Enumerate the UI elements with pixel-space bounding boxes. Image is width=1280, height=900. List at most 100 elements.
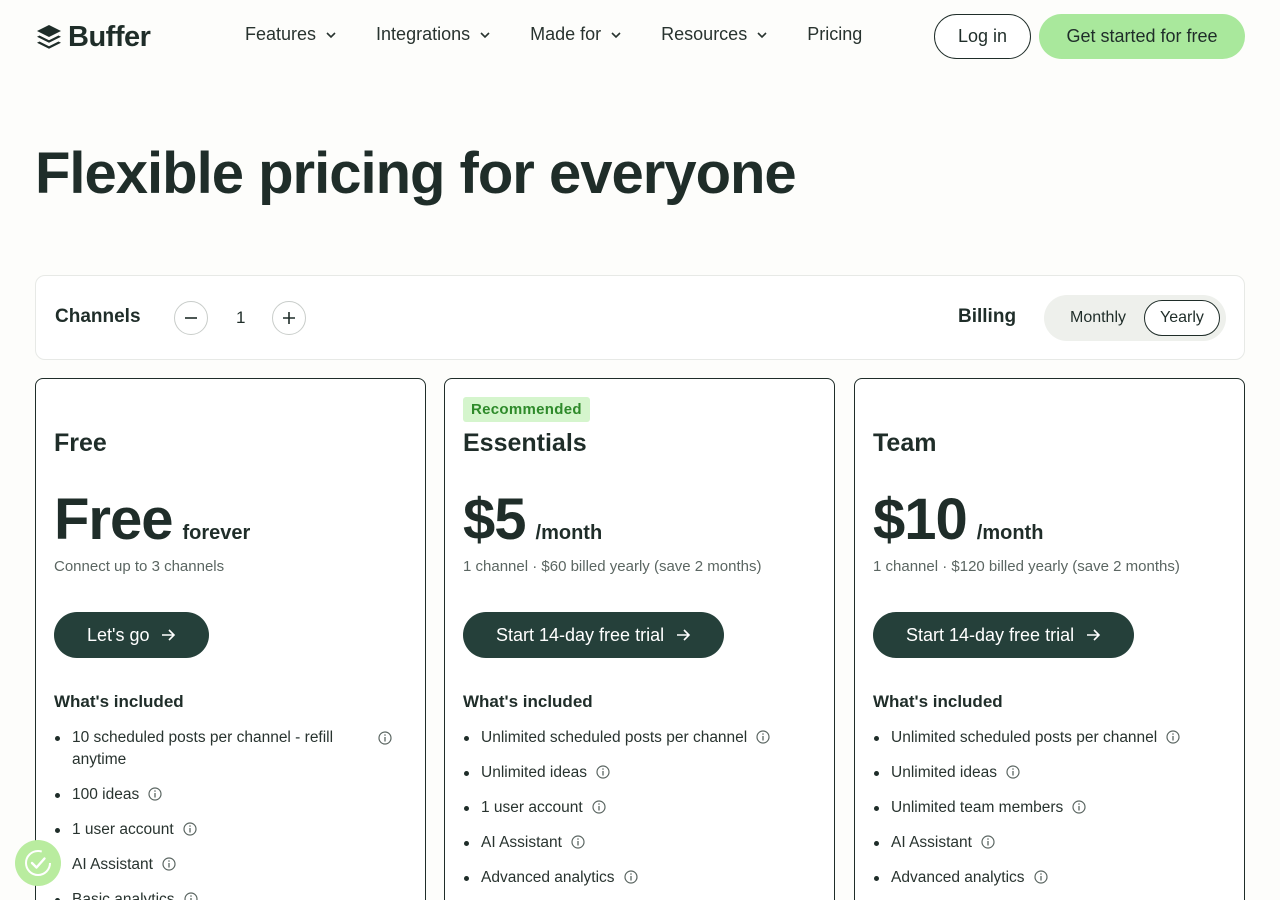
info-icon[interactable] — [1033, 870, 1048, 884]
nav-label: Resources — [661, 24, 748, 44]
brand-name: Buffer — [68, 21, 151, 53]
lets-go-button[interactable]: Let's go — [54, 612, 210, 658]
plan-card-free: Free Free forever Connect up to 3 channe… — [35, 378, 426, 900]
feature-text: Unlimited scheduled posts per channel — [481, 729, 748, 746]
info-icon[interactable] — [378, 731, 392, 745]
plan-name: Free — [54, 429, 107, 457]
feature-text: 100 ideas — [72, 786, 140, 803]
whats-included-heading: What's included — [873, 692, 1003, 711]
recommended-badge: Recommended — [463, 397, 590, 422]
nav-item-pricing[interactable]: Pricing — [807, 24, 862, 45]
top-nav: Buffer Features Integrations Made for Re… — [0, 0, 1280, 72]
login-button[interactable]: Log in — [934, 14, 1031, 59]
info-icon[interactable] — [183, 822, 197, 836]
feature-text: AI Assistant — [72, 856, 153, 873]
plus-icon — [283, 312, 295, 324]
price-row: $10 /month — [873, 491, 1043, 549]
feature-text: 1 user account — [481, 799, 583, 816]
plan-price: $5 — [463, 487, 527, 552]
info-icon[interactable] — [756, 730, 770, 744]
list-item: Unlimited scheduled posts per channel — [873, 727, 1223, 749]
feature-list: 10 scheduled posts per channel - refill … — [54, 727, 404, 900]
billing-toggle: Monthly Yearly — [1044, 295, 1226, 341]
list-item: Basic analytics — [54, 889, 404, 900]
feature-list: Unlimited scheduled posts per channel Un… — [463, 727, 813, 900]
price-suffix: /month — [535, 522, 603, 544]
nav-item-resources[interactable]: Resources — [661, 24, 769, 45]
info-icon[interactable] — [162, 857, 176, 871]
chevron-down-icon — [480, 31, 490, 38]
accessibility-widget-button[interactable] — [15, 840, 61, 886]
whats-included-heading: What's included — [54, 692, 184, 711]
price-suffix: forever — [182, 522, 251, 544]
info-icon[interactable] — [571, 835, 585, 849]
channels-label: Channels — [55, 306, 141, 327]
list-item: Advanced analytics — [873, 867, 1223, 889]
increase-channels-button[interactable] — [272, 301, 306, 335]
feature-text: 10 scheduled posts per channel - refill … — [72, 729, 334, 768]
feature-text: AI Assistant — [481, 834, 562, 851]
feature-text: Unlimited ideas — [481, 764, 587, 781]
arrow-right-icon — [677, 629, 691, 641]
get-started-button[interactable]: Get started for free — [1039, 14, 1245, 59]
list-item: Unlimited ideas — [873, 762, 1223, 784]
nav-label: Made for — [530, 24, 602, 44]
billing-option-yearly[interactable]: Yearly — [1144, 300, 1220, 336]
info-icon[interactable] — [1166, 730, 1180, 744]
button-label: Start 14-day free trial — [906, 624, 1075, 645]
plan-name: Team — [873, 429, 937, 457]
decrease-channels-button[interactable] — [174, 301, 208, 335]
billing-option-monthly[interactable]: Monthly — [1052, 300, 1144, 336]
pricing-controls: Channels 1 Billing Monthly Yearly — [35, 275, 1245, 360]
list-item: 1 user account — [463, 797, 813, 819]
accessibility-check-icon — [25, 850, 51, 876]
info-icon[interactable] — [148, 787, 162, 801]
plan-card-essentials: Recommended Essentials $5 /month 1 chann… — [444, 378, 835, 900]
nav-item-made-for[interactable]: Made for — [530, 24, 623, 45]
info-icon[interactable] — [183, 892, 198, 900]
buffer-logo[interactable]: Buffer — [36, 21, 151, 54]
start-trial-button[interactable]: Start 14-day free trial — [873, 612, 1135, 658]
billing-label: Billing — [958, 306, 1017, 327]
nav-label: Integrations — [376, 24, 471, 44]
list-item: Unlimited team members — [873, 797, 1223, 819]
layers-stack-icon — [37, 24, 61, 49]
feature-text: Unlimited scheduled posts per channel — [891, 729, 1158, 746]
list-item: Unlimited scheduled posts per channel — [463, 727, 813, 749]
list-item: AI Assistant — [463, 832, 813, 854]
nav-item-features[interactable]: Features — [245, 24, 338, 45]
nav-item-integrations[interactable]: Integrations — [376, 24, 492, 45]
arrow-right-icon — [162, 629, 176, 641]
whats-included-heading: What's included — [463, 692, 593, 711]
info-icon[interactable] — [1072, 800, 1086, 814]
minus-icon — [185, 317, 197, 319]
feature-text: Unlimited team members — [891, 799, 1064, 816]
list-item: Unlimited ideas — [463, 762, 813, 784]
arrow-right-icon — [1087, 629, 1101, 641]
chevron-down-icon — [326, 31, 336, 38]
button-label: Let's go — [87, 624, 150, 645]
price-row: Free forever — [54, 491, 250, 549]
info-icon[interactable] — [592, 800, 606, 814]
page-title: Flexible pricing for everyone — [35, 141, 797, 206]
feature-text: Unlimited ideas — [891, 764, 997, 781]
list-item: Advanced analytics — [463, 867, 813, 889]
feature-text: Advanced analytics — [481, 869, 615, 886]
button-label: Start 14-day free trial — [496, 624, 665, 645]
price-row: $5 /month — [463, 491, 602, 549]
info-icon[interactable] — [1006, 765, 1020, 779]
info-icon[interactable] — [981, 835, 995, 849]
price-subtext: 1 channel · $60 billed yearly (save 2 mo… — [463, 558, 762, 575]
feature-text: 1 user account — [72, 821, 174, 838]
list-item: 100 ideas — [54, 784, 404, 806]
feature-list: Unlimited scheduled posts per channel Un… — [873, 727, 1223, 900]
price-subtext: 1 channel · $120 billed yearly (save 2 m… — [873, 558, 1180, 575]
chevron-down-icon — [757, 31, 767, 38]
list-item: AI Assistant — [54, 854, 404, 876]
feature-text: AI Assistant — [891, 834, 972, 851]
feature-text: Advanced analytics — [891, 869, 1025, 886]
info-icon[interactable] — [596, 765, 610, 779]
nav-label: Features — [245, 24, 317, 44]
start-trial-button[interactable]: Start 14-day free trial — [463, 612, 725, 658]
info-icon[interactable] — [623, 870, 638, 884]
